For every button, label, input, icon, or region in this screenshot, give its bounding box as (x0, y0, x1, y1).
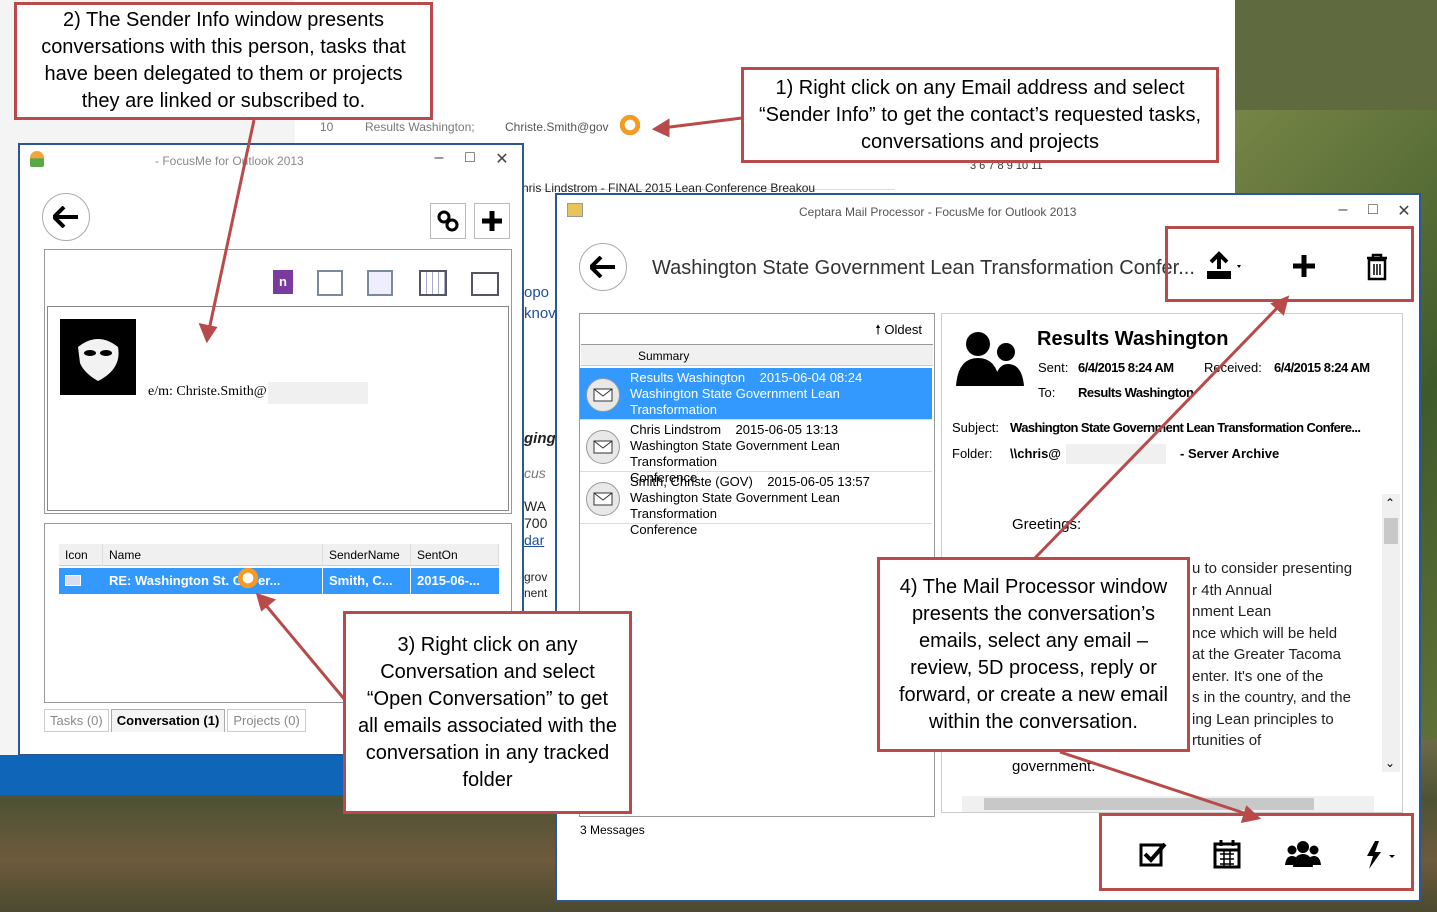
callout-3: 3) Right click on any Conversation and s… (343, 611, 632, 814)
click-marker-icon (235, 565, 261, 591)
callout-arrows (198, 116, 1290, 823)
callout-1: 1) Right click on any Email address and … (741, 67, 1219, 163)
click-marker-icon (617, 112, 643, 138)
callout-4: 4) The Mail Processor window presents th… (877, 557, 1190, 752)
callout-2: 2) The Sender Info window presents conve… (14, 2, 433, 120)
